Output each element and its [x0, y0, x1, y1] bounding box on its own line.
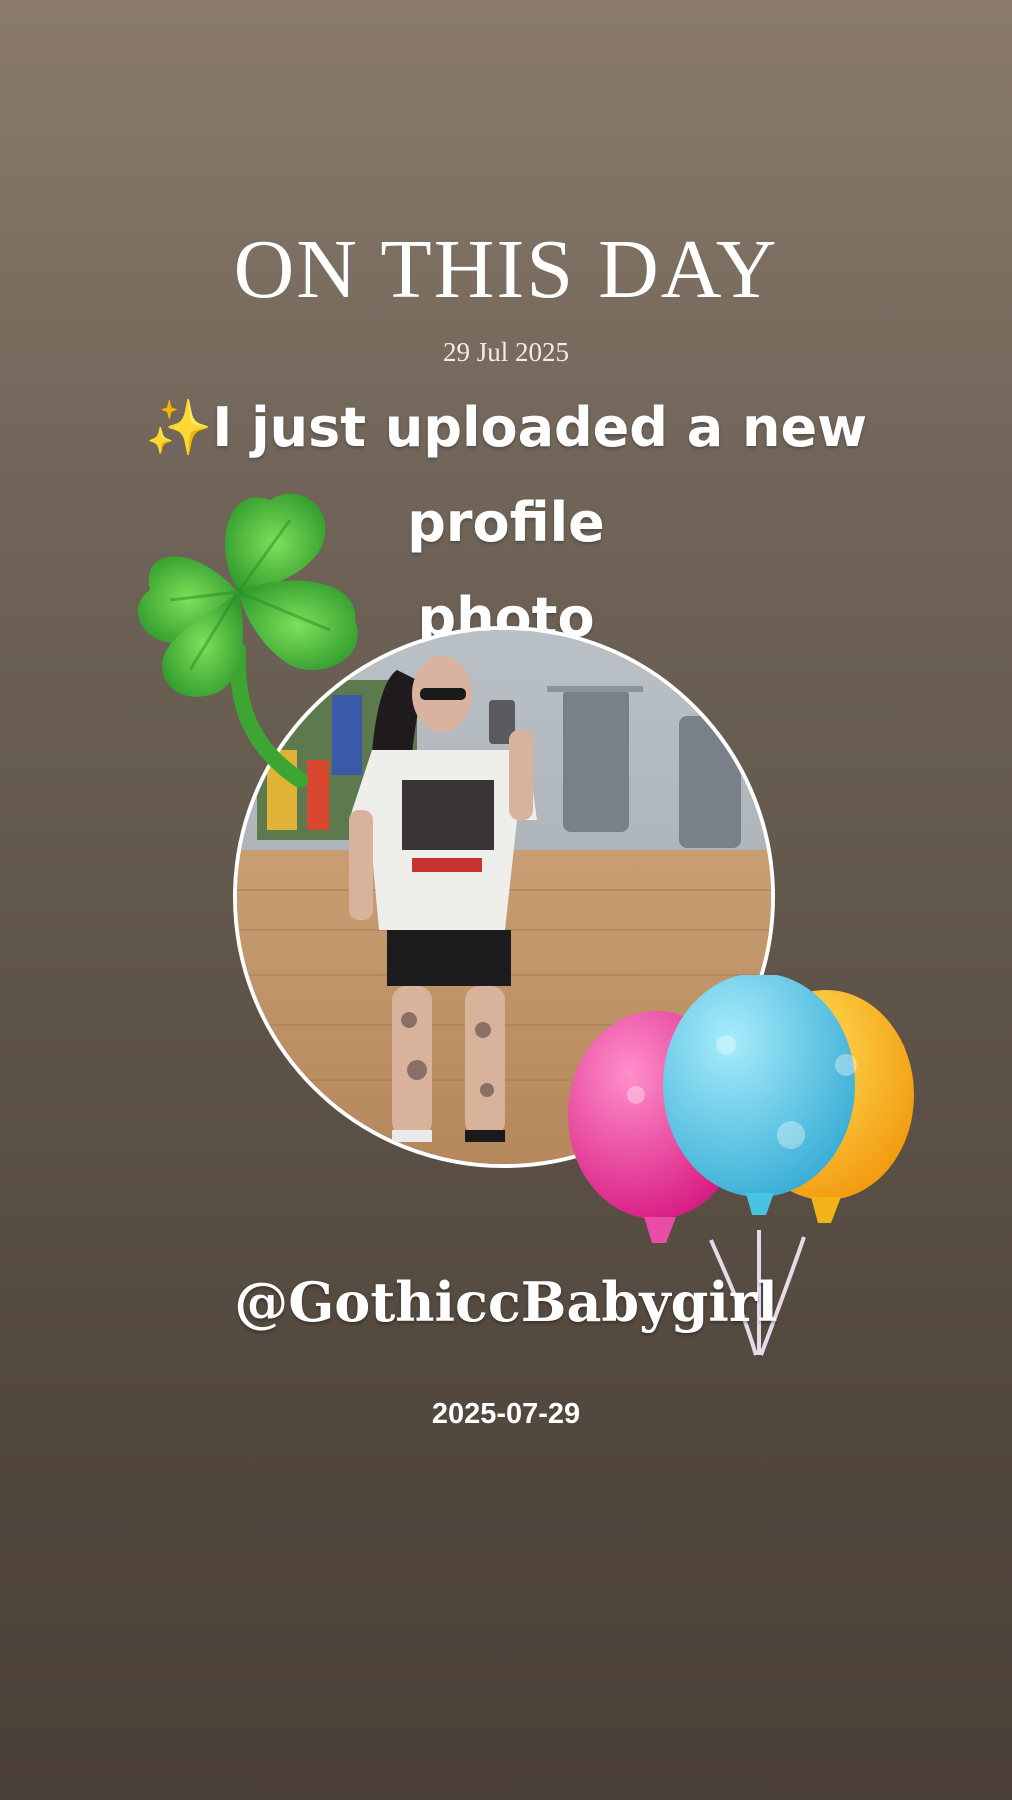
sparkles-icon: ✨ — [145, 396, 213, 459]
username: @GothiccBabygirl — [234, 1270, 778, 1334]
on-this-day-title: ON THIS DAY — [233, 223, 779, 316]
memory-date: 29 Jul 2025 — [442, 337, 569, 367]
four-leaf-clover-icon — [137, 493, 358, 788]
post-date: 2025-07-29 — [431, 1398, 581, 1430]
